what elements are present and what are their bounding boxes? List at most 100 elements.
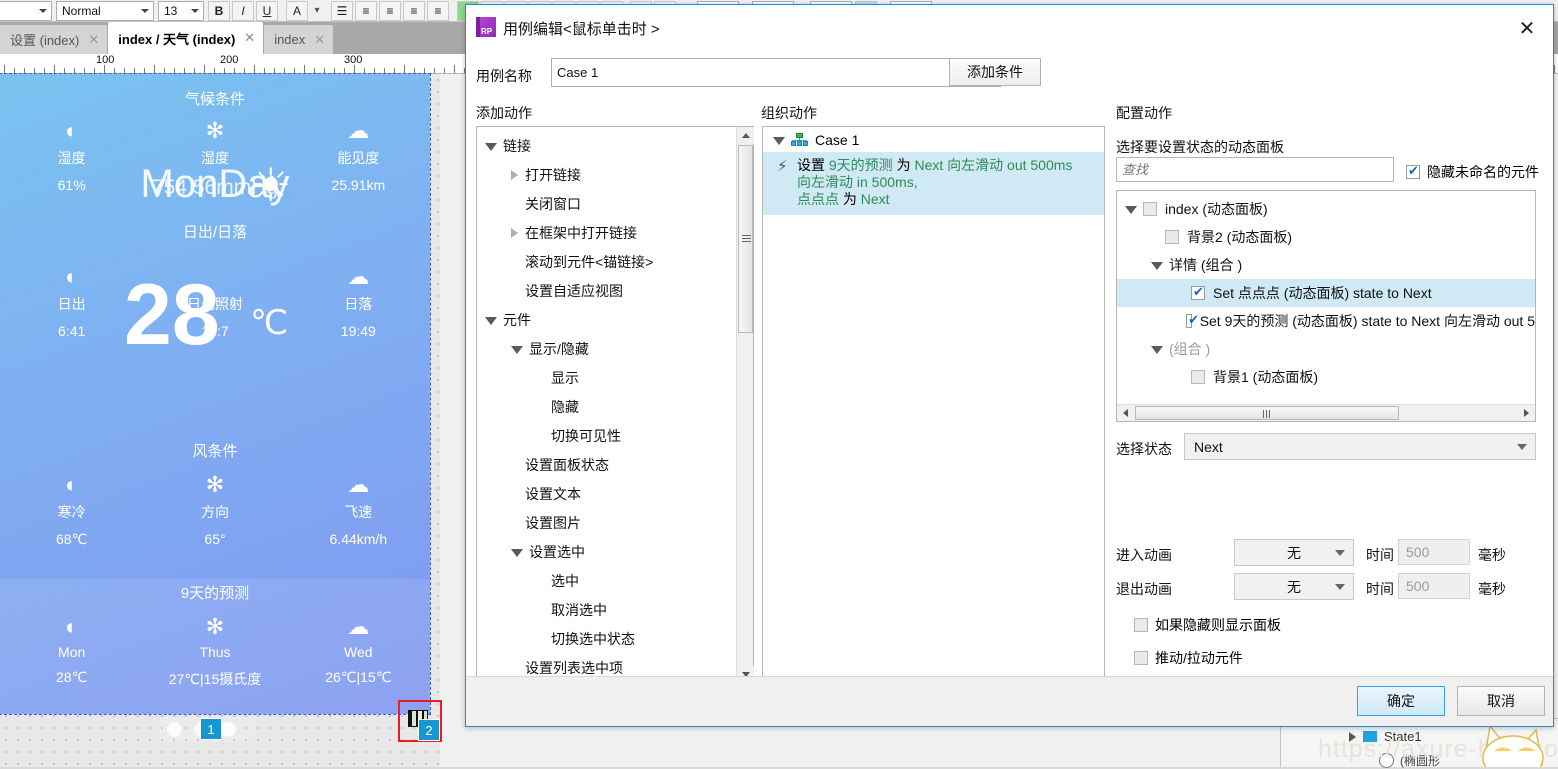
show-if-hidden-row[interactable]: 如果隐藏则显示面板 xyxy=(1134,615,1281,635)
font-size-select[interactable]: 13 xyxy=(158,0,204,21)
panel-picker-hscrollbar[interactable] xyxy=(1117,404,1535,421)
panel-picker-tree[interactable]: index (动态面板) 背景2 (动态面板) 详情 (组合 ) Set 点点点 (动… xyxy=(1117,195,1535,403)
action-tree-item[interactable]: 在框架中打开链接 xyxy=(477,218,735,247)
interaction-badge-2[interactable]: 2 xyxy=(418,719,440,741)
align-right-button[interactable]: ≡ xyxy=(403,0,425,21)
hide-unnamed-row[interactable]: 隐藏未命名的元件 xyxy=(1406,162,1539,182)
align-justify-button[interactable]: ≡ xyxy=(427,0,449,21)
action-item-set-panel-state[interactable]: ⚡ 设置 9天的预测 为 Next 向左滑动 out 500ms 向左滑动 in… xyxy=(763,152,1104,215)
wind-cell-0[interactable]: ◐ 寒冷 68℃ xyxy=(0,472,143,548)
exit-anim-dropdown[interactable]: 无 xyxy=(1234,573,1354,600)
case-name-input[interactable] xyxy=(551,58,1001,87)
dot-1[interactable] xyxy=(167,722,182,737)
action-tree-item[interactable]: 设置面板状态 xyxy=(477,450,735,479)
enter-anim-dropdown[interactable]: 无 xyxy=(1234,539,1354,566)
scroll-right-icon[interactable] xyxy=(1518,405,1535,421)
organize-action-panel[interactable]: Case 1 ⚡ 设置 9天的预测 为 Next 向左滑动 out 500ms … xyxy=(762,126,1105,684)
panel-tree-checkbox[interactable] xyxy=(1191,284,1205,300)
font-color-button[interactable]: A xyxy=(286,0,308,21)
chevron-right-icon[interactable] xyxy=(511,169,518,180)
chevron-down-icon[interactable]: ▾ xyxy=(310,1,324,21)
action-tree-item[interactable]: 滚动到元件<锚链接> xyxy=(477,247,735,276)
chevron-right-icon[interactable] xyxy=(511,227,518,238)
ok-button[interactable]: 确定 xyxy=(1357,686,1445,716)
action-tree-item[interactable]: 设置文本 xyxy=(477,479,735,508)
action-tree-item[interactable]: 显示 xyxy=(477,363,735,392)
cancel-button[interactable]: 取消 xyxy=(1457,686,1545,716)
hscroll-thumb[interactable] xyxy=(1135,406,1399,420)
action-tree[interactable]: 链接 打开链接 关闭窗口 在框架中打开链接 滚动到元件<锚链接> 设置自适应视图 元件 显示/… xyxy=(477,127,735,683)
dot-3[interactable] xyxy=(221,722,236,737)
chevron-down-icon[interactable] xyxy=(1151,346,1163,354)
chevron-down-icon[interactable] xyxy=(1125,206,1137,214)
case-editor-dialog[interactable]: RP 用例编辑<鼠标单击时 > ✕ 用例名称 添加条件 添加动作 组织动作 配置… xyxy=(465,4,1554,727)
panel-picker-tree-box[interactable]: index (动态面板) 背景2 (动态面板) 详情 (组合 ) Set 点点点 (动… xyxy=(1116,190,1536,422)
push-pull-checkbox[interactable] xyxy=(1134,651,1148,665)
chevron-down-icon[interactable] xyxy=(511,345,523,354)
chevron-down-icon[interactable] xyxy=(511,548,523,557)
scroll-left-icon[interactable] xyxy=(1117,405,1134,421)
show-if-hidden-checkbox[interactable] xyxy=(1134,618,1148,632)
action-tree-item[interactable]: 设置图片 xyxy=(477,508,735,537)
add-action-panel[interactable]: 链接 打开链接 关闭窗口 在框架中打开链接 滚动到元件<锚链接> 设置自适应视图 元件 显示/… xyxy=(476,126,754,684)
action-tree-item[interactable]: 设置选中 xyxy=(477,537,735,566)
hide-unnamed-checkbox[interactable] xyxy=(1406,163,1420,179)
action-tree-item[interactable]: 设置自适应视图 xyxy=(477,276,735,305)
action-tree-item[interactable]: 链接 xyxy=(477,131,735,160)
panel-tree-checkbox[interactable] xyxy=(1186,312,1198,328)
wind-cell-1[interactable]: ✻ 方向 65° xyxy=(143,472,286,548)
select-state-dropdown[interactable]: Next xyxy=(1184,433,1536,460)
enter-time-input[interactable]: 500 xyxy=(1398,539,1470,565)
underline-button[interactable]: U xyxy=(256,0,278,21)
tab-settings[interactable]: 设置 (index) ✕ xyxy=(0,25,108,54)
action-tree-item[interactable]: 切换可见性 xyxy=(477,421,735,450)
panel-tree-item[interactable]: 背景2 (动态面板) xyxy=(1117,223,1535,251)
chevron-down-icon[interactable] xyxy=(485,142,497,151)
exit-time-input[interactable]: 500 xyxy=(1398,573,1470,599)
close-icon[interactable]: ✕ xyxy=(88,32,99,48)
sunrise-cell-2[interactable]: ☁ 日落 19:49 xyxy=(287,264,430,339)
forecast-cell-0[interactable]: ◐ Mon 28℃ xyxy=(0,614,143,689)
interaction-badge-1[interactable]: 1 xyxy=(200,718,222,740)
case-node[interactable]: Case 1 xyxy=(763,127,1104,152)
panel-tree-item[interactable]: 背景1 (动态面板) xyxy=(1117,363,1535,391)
scroll-up-icon[interactable] xyxy=(737,127,754,144)
font-family-select[interactable] xyxy=(0,0,52,21)
panel-tree-item[interactable]: Set 点点点 (动态面板) state to Next xyxy=(1117,279,1535,307)
chevron-down-icon[interactable] xyxy=(1151,262,1163,270)
close-icon[interactable]: ✕ xyxy=(314,32,325,48)
action-tree-item[interactable]: 打开链接 xyxy=(477,160,735,189)
panel-tree-checkbox[interactable] xyxy=(1165,230,1179,244)
push-pull-row[interactable]: 推动/拉动元件 xyxy=(1134,648,1243,668)
action-tree-item[interactable]: 取消选中 xyxy=(477,595,735,624)
font-style-select[interactable]: Normal xyxy=(56,0,154,21)
panel-tree-item[interactable]: (组合 ) xyxy=(1117,335,1535,363)
action-tree-scrollbar[interactable] xyxy=(736,127,754,683)
add-condition-button[interactable]: 添加条件 xyxy=(949,58,1041,86)
action-tree-item[interactable]: 显示/隐藏 xyxy=(477,334,735,363)
panel-tree-checkbox[interactable] xyxy=(1191,370,1205,384)
action-tree-item[interactable]: 隐藏 xyxy=(477,392,735,421)
forecast-cell-1[interactable]: ✻ Thus 27℃|15摄氏度 xyxy=(143,614,286,689)
panel-tree-checkbox[interactable] xyxy=(1143,202,1157,216)
action-tree-item[interactable]: 元件 xyxy=(477,305,735,334)
panel-tree-item[interactable]: 详情 (组合 ) xyxy=(1117,251,1535,279)
panel-tree-item[interactable]: index (动态面板) xyxy=(1117,195,1535,223)
find-input[interactable] xyxy=(1116,157,1394,182)
tab-index-weather[interactable]: index / 天气 (index) ✕ xyxy=(108,22,264,54)
forecast-cell-2[interactable]: ☁ Wed 26℃|15℃ xyxy=(287,614,430,689)
panel-tree-item[interactable]: Set 9天的预测 (动态面板) state to Next 向左滑动 out … xyxy=(1117,307,1535,335)
action-tree-item[interactable]: 切换选中状态 xyxy=(477,624,735,653)
align-center-button[interactable]: ≡ xyxy=(379,0,401,21)
bold-button[interactable]: B xyxy=(208,0,230,21)
close-icon[interactable]: ✕ xyxy=(1513,15,1541,41)
sunrise-cell-0[interactable]: ◐ 日出 6:41 xyxy=(0,264,143,339)
wind-cell-2[interactable]: ☁ 飞速 6.44km/h xyxy=(287,472,430,548)
action-tree-item[interactable]: 选中 xyxy=(477,566,735,595)
scroll-thumb[interactable] xyxy=(738,145,753,333)
design-canvas[interactable]: 气候条件 ◐ 湿度 61% ✻ 湿度 754.56mmHg ☁ 能见度 25.9… xyxy=(0,73,442,767)
close-icon[interactable]: ✕ xyxy=(244,30,255,46)
chevron-down-icon[interactable] xyxy=(485,316,497,325)
tab-index[interactable]: index ✕ xyxy=(264,25,334,54)
italic-button[interactable]: I xyxy=(232,0,254,21)
